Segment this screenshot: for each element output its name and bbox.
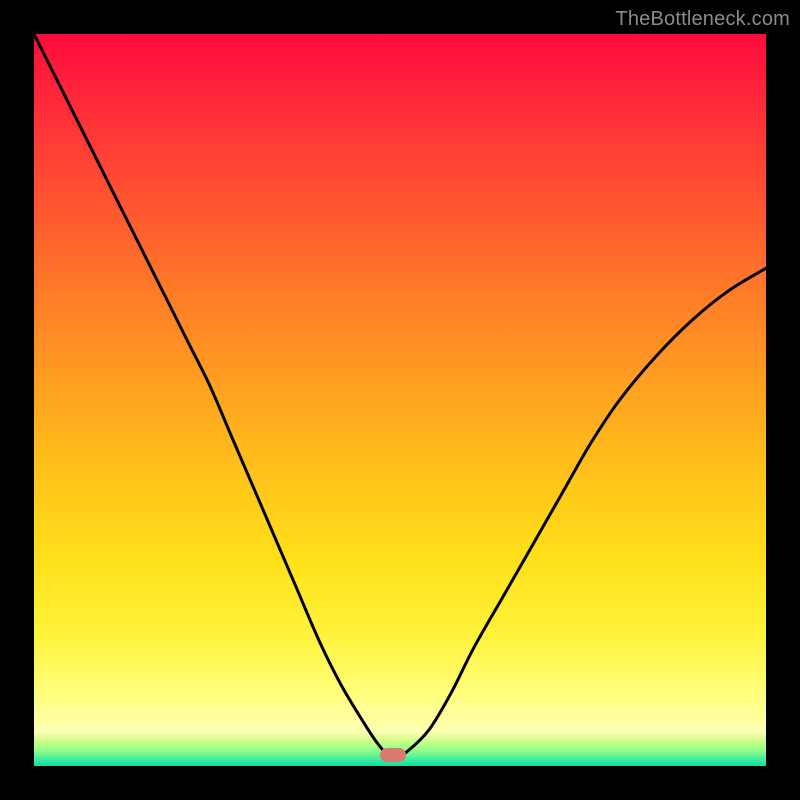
watermark-text: TheBottleneck.com — [615, 8, 790, 31]
plot-area — [34, 34, 766, 766]
chart-stage: TheBottleneck.com — [0, 0, 800, 800]
background-gradient-main — [34, 34, 766, 766]
optimal-point-marker — [380, 748, 406, 762]
